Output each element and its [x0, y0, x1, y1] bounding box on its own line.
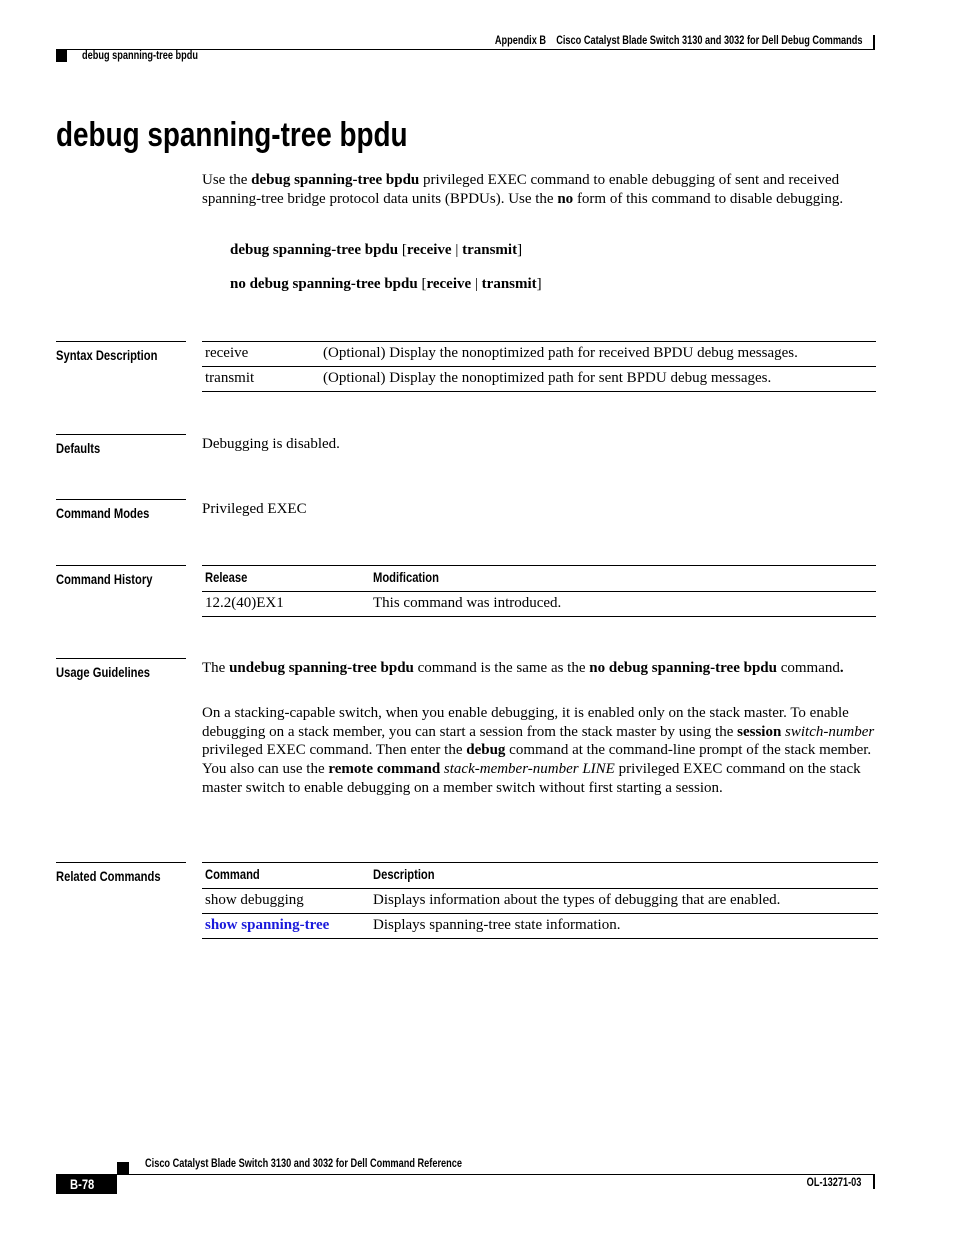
modification-cell: This command was introduced.	[373, 595, 562, 611]
section-label-syntax-description: Syntax Description	[56, 341, 186, 365]
header-appendix: Appendix B	[494, 35, 546, 47]
section-label-defaults: Defaults	[56, 434, 186, 458]
page-number-box: B-78	[56, 1174, 117, 1194]
usage-argument: stack-member-number LINE	[443, 761, 615, 778]
table-header-row: Release Modification	[202, 565, 876, 592]
defaults-text: Debugging is disabled.	[202, 436, 340, 452]
syntax-separator: |	[471, 276, 482, 292]
related-command-cell: show spanning-tree	[202, 914, 370, 939]
syntax-line-debug: debug spanning-tree bpdu [receive | tran…	[230, 242, 522, 259]
table-row: receive (Optional) Display the nonoptimi…	[202, 341, 876, 367]
header-text: Description	[373, 866, 435, 882]
usage-text: command	[776, 660, 840, 676]
command-history-table: Release Modification 12.2(40)EX1 This co…	[202, 565, 876, 617]
header-text: Release	[205, 569, 248, 585]
section-label-text: Related Commands	[56, 868, 161, 884]
section-label-related-commands: Related Commands	[56, 862, 186, 886]
related-commands-table: Command Description show debugging Displ…	[202, 862, 878, 939]
column-header-description: Description	[370, 863, 878, 889]
syntax-option-receive: receive	[426, 276, 472, 292]
usage-argument: switch-number	[785, 723, 875, 740]
intro-text: form of this command to disable debuggin…	[573, 190, 844, 207]
usage-command: session	[737, 723, 782, 740]
column-header-command: Command	[202, 863, 370, 889]
page-title: debug spanning-tree bpdu	[56, 116, 485, 155]
usage-command: no debug spanning-tree bpdu	[589, 660, 777, 676]
syntax-command: debug spanning-tree bpdu	[230, 242, 399, 258]
keyword-cell: transmit	[205, 370, 255, 386]
column-header-release: Release	[202, 566, 370, 592]
header-chapter: Appendix B Cisco Catalyst Blade Switch 3…	[403, 35, 862, 47]
doc-number-text: OL-13271-03	[806, 1177, 861, 1189]
intro-command: debug spanning-tree bpdu	[251, 172, 420, 188]
related-command-link-show-spanning-tree[interactable]: show spanning-tree	[205, 917, 329, 933]
description-cell: Displays spanning-tree state information…	[373, 917, 621, 933]
header-text: Modification	[373, 569, 439, 585]
usage-text: The	[202, 660, 230, 676]
section-label-text: Command History	[56, 571, 153, 587]
section-label-command-history: Command History	[56, 565, 186, 589]
command-modes-text: Privileged EXEC	[202, 501, 307, 517]
footer-rule	[117, 1174, 875, 1175]
section-label-command-modes: Command Modes	[56, 499, 186, 523]
footer-book-title-text: Cisco Catalyst Blade Switch 3130 and 303…	[145, 1158, 463, 1170]
section-label-text: Usage Guidelines	[56, 664, 150, 680]
usage-command: remote command	[328, 761, 441, 778]
usage-command: undebug spanning-tree bpdu	[229, 660, 414, 676]
usage-punct: .	[839, 660, 844, 676]
intro-text: Use the	[202, 172, 252, 188]
running-head: debug spanning-tree bpdu	[82, 50, 227, 62]
footer-book-title: Cisco Catalyst Blade Switch 3130 and 303…	[145, 1158, 541, 1170]
column-header-modification: Modification	[370, 566, 876, 592]
syntax-option-transmit: transmit	[481, 276, 537, 292]
usage-text: command is the same as the	[413, 660, 590, 676]
section-label-text: Defaults	[56, 440, 101, 456]
usage-command: debug	[466, 742, 506, 759]
header-chapter-title: Cisco Catalyst Blade Switch 3130 and 303…	[555, 35, 862, 47]
usage-paragraph-2: On a stacking-capable switch, when you e…	[202, 704, 878, 798]
page-title-text: debug spanning-tree bpdu	[56, 116, 408, 154]
footer-vertical-bar	[873, 1175, 875, 1189]
header-text: Command	[205, 866, 260, 882]
intro-paragraph: Use the debug spanning-tree bpdu privile…	[202, 171, 878, 208]
syntax-option-receive: receive	[406, 242, 452, 258]
syntax-option-transmit: transmit	[462, 242, 518, 258]
table-row: 12.2(40)EX1 This command was introduced.	[202, 591, 876, 617]
syntax-command: no debug spanning-tree bpdu	[230, 276, 418, 292]
table-row: show debugging Displays information abou…	[202, 888, 878, 914]
description-cell: (Optional) Display the nonoptimized path…	[323, 370, 772, 386]
description-cell: Displays information about the types of …	[373, 892, 781, 908]
table-header-row: Command Description	[202, 862, 878, 889]
footer-marker	[117, 1162, 129, 1174]
table-row: transmit (Optional) Display the nonoptim…	[202, 366, 876, 392]
syntax-line-no-debug: no debug spanning-tree bpdu [receive | t…	[230, 276, 542, 293]
running-head-text: debug spanning-tree bpdu	[82, 50, 199, 62]
related-command-show-debugging: show debugging	[205, 892, 304, 908]
syntax-separator: |	[451, 242, 463, 258]
section-label-usage-guidelines: Usage Guidelines	[56, 658, 186, 682]
syntax-bracket: ]	[536, 276, 542, 292]
syntax-description-table: receive (Optional) Display the nonoptimi…	[202, 341, 876, 392]
section-label-text: Command Modes	[56, 505, 150, 521]
header-vertical-bar	[873, 35, 875, 50]
table-row: show spanning-tree Displays spanning-tre…	[202, 913, 878, 939]
description-cell: (Optional) Display the nonoptimized path…	[323, 345, 798, 361]
syntax-bracket: ]	[517, 242, 523, 258]
release-cell: 12.2(40)EX1	[205, 595, 284, 611]
usage-text: privileged EXEC command. Then enter the	[202, 742, 467, 759]
page-number: B-78	[70, 1176, 95, 1192]
intro-no-keyword: no	[557, 190, 574, 207]
keyword-cell: receive	[205, 345, 249, 361]
usage-paragraph-1: The undebug spanning-tree bpdu command i…	[202, 659, 878, 678]
syntax-bracket: [	[398, 242, 407, 258]
footer-doc-number: OL-13271-03	[793, 1177, 861, 1189]
section-label-text: Syntax Description	[56, 347, 158, 363]
header-marker	[56, 50, 67, 62]
